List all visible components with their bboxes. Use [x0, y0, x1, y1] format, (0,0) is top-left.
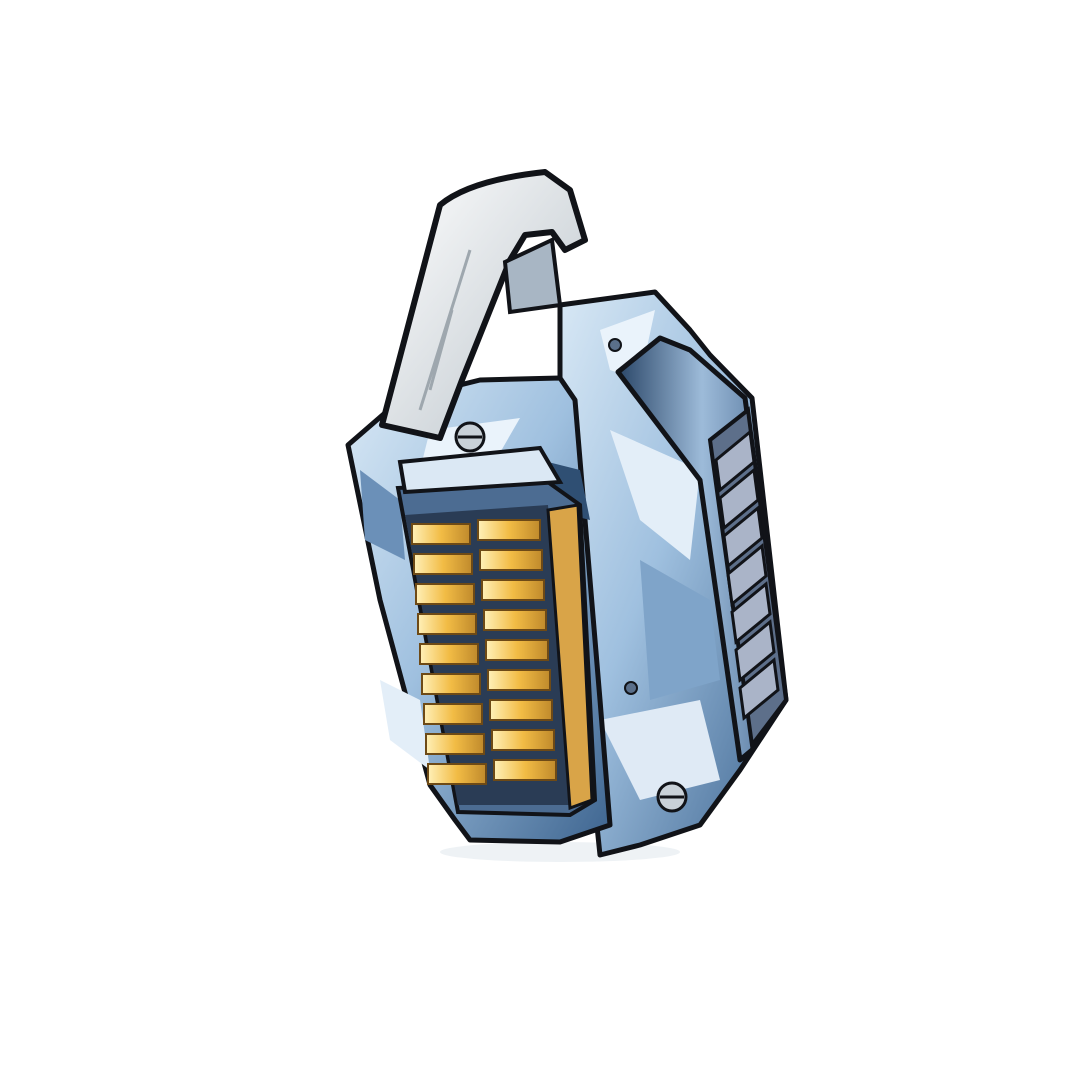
glow-cell [489, 699, 553, 721]
glow-cell [417, 613, 477, 635]
rivet [624, 681, 638, 695]
rivet [608, 338, 622, 352]
glow-cell [491, 729, 555, 751]
glow-cell [423, 703, 483, 725]
glow-cell [415, 583, 475, 605]
glow-cell [411, 523, 471, 545]
glow-cell [421, 673, 481, 695]
grenade-illustration [345, 169, 789, 862]
glow-cell [487, 669, 551, 691]
glow-cell [485, 639, 549, 661]
screw-icon [454, 421, 486, 453]
glow-cell [479, 549, 543, 571]
glow-cell [427, 763, 487, 785]
glow-cell [493, 759, 557, 781]
glow-cell [413, 553, 473, 575]
screw-icon [656, 781, 688, 813]
glow-cell [425, 733, 485, 755]
glow-cell [481, 579, 545, 601]
glow-cell [483, 609, 547, 631]
grenade-render [0, 0, 1080, 1080]
glow-cell [419, 643, 479, 665]
glow-cell [477, 519, 541, 541]
